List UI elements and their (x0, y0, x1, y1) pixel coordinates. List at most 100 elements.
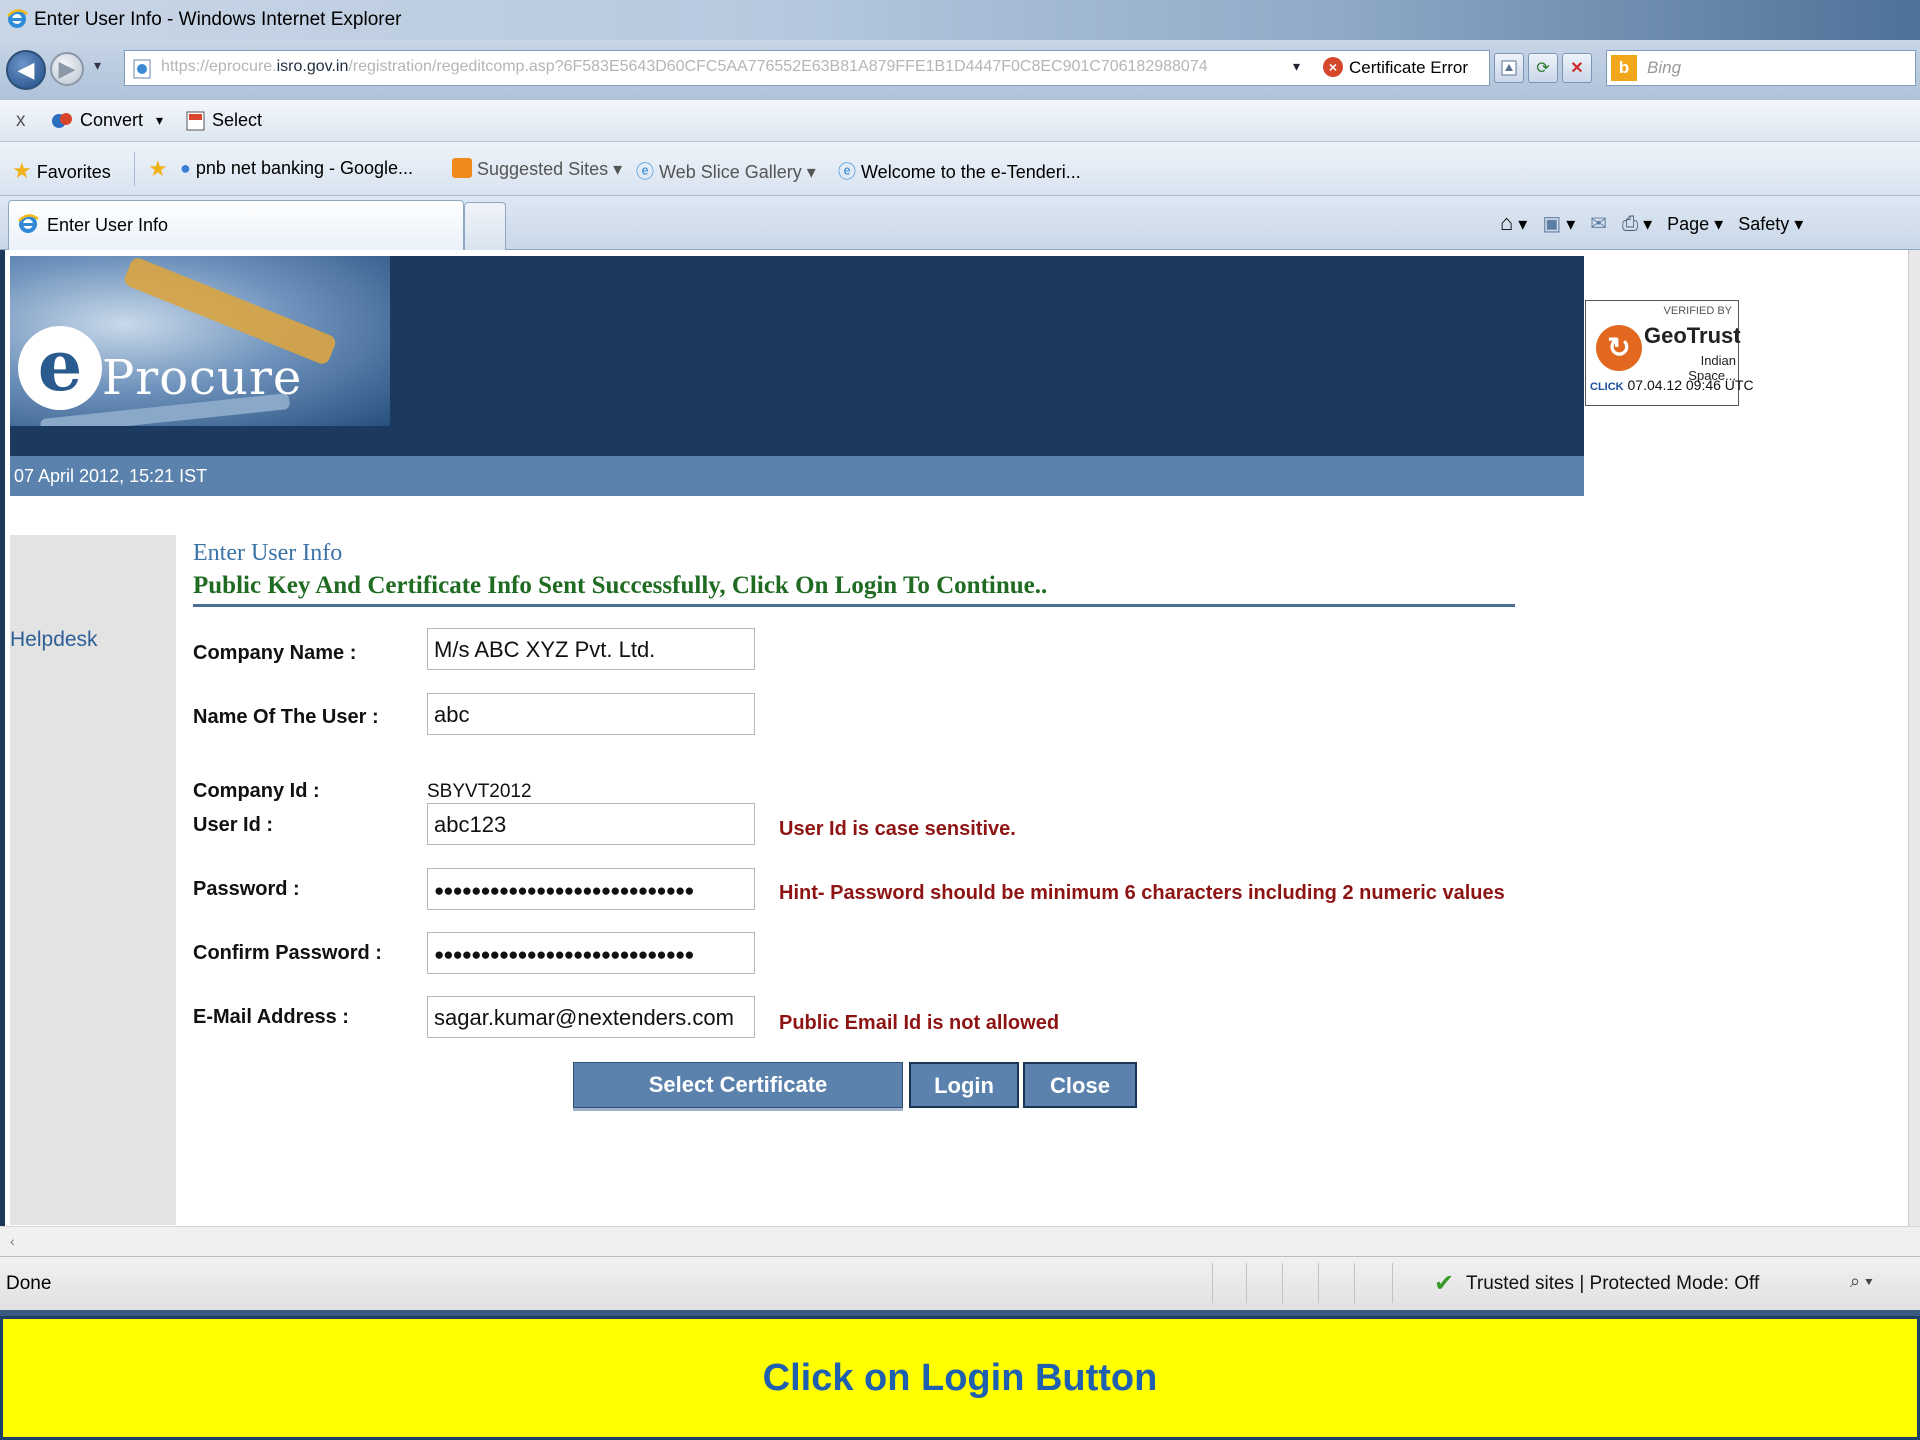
vertical-scrollbar[interactable] (1908, 250, 1920, 1226)
convert-toolbar: x Convert ▾ Select (0, 100, 1920, 142)
logo-letter: e (18, 326, 102, 410)
certificate-error-icon[interactable]: × (1323, 57, 1343, 77)
address-dropdown-icon[interactable]: ▾ (1293, 58, 1300, 75)
user-name-label: Name Of The User : (193, 706, 379, 728)
address-bar[interactable]: https://eprocure.isro.gov.in/registratio… (124, 50, 1490, 86)
confirm-password-field[interactable]: ●●●●●●●●●●●●●●●●●●●●●●●●●●●● (427, 932, 755, 974)
email-note: Public Email Id is not allowed (779, 1012, 1060, 1034)
close-button[interactable]: Close (1023, 1062, 1137, 1108)
caption-text: Click on Login Button (762, 1357, 1158, 1399)
back-button[interactable]: ◀ (6, 50, 46, 90)
security-zone[interactable]: Trusted sites | Protected Mode: Off (1466, 1273, 1759, 1295)
suggested-sites-button[interactable]: Suggested Sites ▾ (452, 158, 622, 180)
web-slice-gallery-button[interactable]: ⓔ Web Slice Gallery ▾ (636, 158, 816, 184)
horizontal-scrollbar[interactable]: ‹ (0, 1226, 1920, 1256)
safety-menu[interactable]: Safety ▾ (1738, 214, 1803, 234)
eprocure-banner: e Procure (10, 256, 1584, 456)
geotrust-logo-icon: ↻ (1596, 325, 1642, 371)
form-title: Enter User Info (193, 540, 343, 566)
success-message: Public Key And Certificate Info Sent Suc… (193, 572, 1048, 599)
company-name-field[interactable]: M/s ABC XYZ Pvt. Ltd. (427, 628, 755, 670)
page-content: e Procure 07 April 2012, 15:21 IST VERIF… (0, 250, 1920, 1238)
geotrust-brand: GeoTrust (1644, 323, 1741, 348)
navigation-bar: ◀ ▶ ▾ https://eprocure.isro.gov.in/regis… (0, 40, 1920, 100)
url-text[interactable]: https://eprocure.isro.gov.in/registratio… (161, 58, 1321, 76)
eprocure-logo: e Procure (10, 256, 390, 426)
favorites-bar: ★ Favorites ★ ● pnb net banking - Google… (0, 142, 1920, 196)
select-certificate-button[interactable]: Select Certificate (573, 1062, 903, 1108)
favorite-link-pnb[interactable]: ● pnb net banking - Google... (180, 158, 413, 179)
new-tab-button[interactable] (464, 202, 506, 250)
confirm-password-label: Confirm Password : (193, 942, 382, 964)
certificate-error-button[interactable]: Certificate Error (1349, 58, 1468, 78)
logo-text: Procure (102, 350, 303, 406)
ie-page-icon: ⓔ (636, 162, 654, 182)
convert-icon (50, 109, 74, 138)
email-field[interactable]: sagar.kumar@nextenders.com (427, 996, 755, 1038)
convert-button[interactable]: Convert (80, 110, 143, 131)
status-divider (1392, 1263, 1393, 1303)
status-divider (1354, 1263, 1355, 1303)
select-icon (184, 109, 208, 138)
web-slice-gallery-label: Web Slice Gallery ▾ (659, 162, 816, 182)
company-id-label: Company Id : (193, 780, 320, 802)
add-to-favorites-icon[interactable]: ★ (148, 156, 168, 182)
date-bar: 07 April 2012, 15:21 IST (10, 456, 1584, 496)
password-field[interactable]: ●●●●●●●●●●●●●●●●●●●●●●●●●●●● (427, 868, 755, 910)
form-divider (193, 604, 1515, 607)
select-button[interactable]: Select (212, 110, 262, 131)
recent-pages-dropdown-icon[interactable]: ▾ (94, 57, 101, 74)
status-text: Done (6, 1273, 52, 1294)
favorite-link-etendering[interactable]: ⓔ Welcome to the e-Tenderi... (838, 158, 1081, 184)
ie-logo-icon (17, 213, 39, 240)
favorites-divider (134, 152, 135, 186)
print-icon[interactable]: ⎙ (1622, 213, 1638, 235)
home-icon[interactable]: ⌂ (1500, 210, 1513, 235)
url-path: /registration/regeditcomp.asp?6F583E5643… (348, 58, 1208, 75)
user-id-field[interactable]: abc123 (427, 803, 755, 845)
password-label: Password : (193, 878, 300, 900)
favorites-button[interactable]: ★ Favorites (12, 158, 111, 184)
company-id-value: SBYVT2012 (427, 781, 532, 802)
page-menu[interactable]: Page ▾ (1667, 214, 1723, 234)
geotrust-seal[interactable]: VERIFIED BY ↻ GeoTrust Indian Space... C… (1585, 300, 1754, 406)
favorite-link-pnb-label: pnb net banking - Google... (195, 158, 414, 178)
window-title-bar: Enter User Info - Windows Internet Explo… (0, 0, 1920, 40)
convert-dropdown-icon[interactable]: ▾ (156, 112, 163, 129)
instruction-caption: Click on Login Button (0, 1316, 1920, 1440)
geotrust-timestamp-row: CLICK 07.04.12 09:46 UTC (1590, 377, 1754, 393)
feeds-icon[interactable]: ▣ (1542, 213, 1561, 235)
tab-enter-user-info[interactable]: Enter User Info (8, 200, 464, 250)
status-divider (1212, 1263, 1213, 1303)
scroll-left-icon[interactable]: ‹ (10, 1233, 15, 1249)
mail-icon[interactable]: ✉ (1590, 213, 1607, 235)
url-domain: isro.gov.in (276, 58, 349, 75)
zoom-icon[interactable]: ⌕ ▾ (1850, 1271, 1873, 1292)
current-date: 07 April 2012, 15:21 IST (14, 466, 208, 486)
tab-row: Enter User Info ⌂ ▾ ▣ ▾ ✉ ⎙ ▾ Page ▾ Saf… (0, 196, 1920, 250)
trusted-check-icon: ✔ (1434, 1270, 1455, 1297)
window-title: Enter User Info - Windows Internet Explo… (34, 9, 402, 30)
user-name-field[interactable]: abc (427, 693, 755, 735)
search-placeholder: Bing (1647, 58, 1682, 77)
status-bar: Done ✔ Trusted sites | Protected Mode: O… (0, 1256, 1920, 1310)
search-box[interactable]: b Bing (1606, 50, 1916, 86)
suggested-sites-label: Suggested Sites ▾ (477, 159, 623, 179)
refresh-icon[interactable]: ⟳ (1528, 53, 1558, 83)
url-prefix: https://eprocure. (161, 58, 277, 75)
login-button[interactable]: Login (909, 1062, 1019, 1108)
ie-logo-icon (6, 8, 28, 35)
stop-icon[interactable]: ✕ (1562, 53, 1592, 83)
status-divider (1282, 1263, 1283, 1303)
forward-button[interactable]: ▶ (50, 52, 84, 86)
close-toolbar-icon[interactable]: x (16, 110, 26, 132)
status-divider (1246, 1263, 1247, 1303)
compatibility-view-button[interactable] (1494, 53, 1524, 83)
favorite-link-etendering-label: Welcome to the e-Tenderi... (861, 162, 1081, 182)
helpdesk-link[interactable]: Helpdesk (10, 628, 98, 652)
google-icon: ● (180, 158, 191, 178)
user-id-label: User Id : (193, 814, 274, 836)
geotrust-verified: VERIFIED BY (1663, 305, 1732, 317)
geotrust-click-label: CLICK (1590, 381, 1624, 393)
status-divider (1318, 1263, 1319, 1303)
